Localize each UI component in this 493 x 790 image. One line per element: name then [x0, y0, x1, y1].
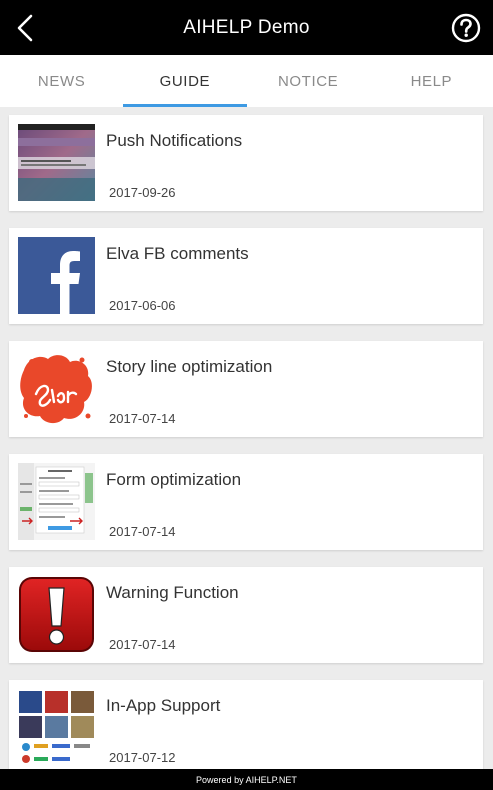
list-item[interactable]: Story line optimization 2017-07-14: [9, 341, 483, 437]
list-item[interactable]: Push Notifications 2017-09-26: [9, 115, 483, 211]
chevron-left-icon: [17, 14, 33, 42]
phone-screenshot-thumbnail: [18, 124, 95, 201]
article-title: Push Notifications: [106, 131, 243, 150]
warning-exclamation-icon: [18, 576, 95, 653]
article-date: 2017-09-26: [109, 185, 176, 200]
help-button[interactable]: [451, 13, 481, 43]
article-list[interactable]: Push Notifications 2017-09-26 Elva FB co…: [0, 107, 493, 769]
article-title: Form optimization: [106, 470, 242, 489]
article-date: 2017-07-12: [109, 750, 176, 765]
list-item[interactable]: Elva FB comments 2017-06-06: [9, 228, 483, 324]
tab-news[interactable]: NEWS: [0, 55, 123, 107]
back-button[interactable]: [8, 10, 42, 46]
article-title: Warning Function: [106, 583, 239, 602]
list-item[interactable]: Form optimization 2017-07-14: [9, 454, 483, 550]
article-date: 2017-07-14: [109, 524, 176, 539]
page-title: AIHELP Demo: [183, 16, 310, 38]
tab-help[interactable]: HELP: [370, 55, 493, 107]
form-screenshot-thumbnail: [18, 463, 95, 540]
tab-notice[interactable]: NOTICE: [247, 55, 370, 107]
article-title: Story line optimization: [106, 357, 273, 376]
storyline-logo-thumbnail: [18, 350, 95, 427]
footer-powered-by: Powered by AIHELP.NET: [0, 769, 493, 790]
list-item[interactable]: In-App Support 2017-07-12: [9, 680, 483, 769]
facebook-logo-icon: [18, 237, 95, 314]
article-date: 2017-07-14: [109, 411, 176, 426]
list-item[interactable]: Warning Function 2017-07-14: [9, 567, 483, 663]
article-title: Elva FB comments: [106, 244, 249, 263]
tab-bar: NEWS GUIDE NOTICE HELP: [0, 55, 493, 107]
tab-guide[interactable]: GUIDE: [123, 55, 247, 107]
game-icons-collage-thumbnail: [18, 689, 95, 766]
article-title: In-App Support: [106, 696, 221, 715]
question-circle-icon: [451, 13, 481, 43]
article-date: 2017-06-06: [109, 298, 176, 313]
app-header: AIHELP Demo: [0, 0, 493, 55]
article-date: 2017-07-14: [109, 637, 176, 652]
